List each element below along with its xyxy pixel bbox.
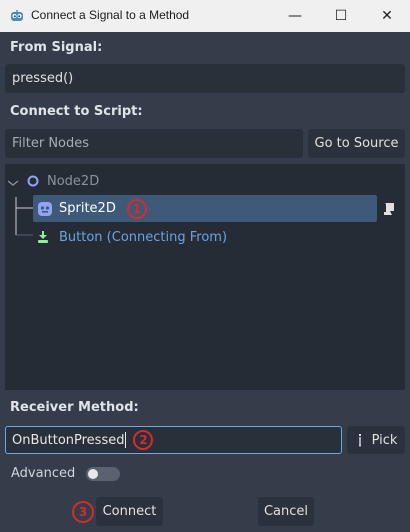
filter-nodes-input[interactable]: Filter Nodes bbox=[5, 129, 303, 158]
tree-item-node2d[interactable]: Node2D bbox=[26, 171, 99, 191]
sprite2d-icon bbox=[38, 201, 52, 216]
script-icon[interactable] bbox=[381, 201, 397, 217]
pick-button-label: Pick bbox=[371, 432, 398, 448]
collapse-arrow-icon[interactable] bbox=[8, 174, 22, 188]
eyedropper-icon bbox=[358, 434, 361, 447]
node2d-icon bbox=[27, 175, 39, 187]
maximize-button[interactable]: ☐ bbox=[318, 0, 364, 32]
connect-button[interactable]: Connect bbox=[96, 497, 163, 526]
advanced-label: Advanced bbox=[11, 466, 76, 481]
pick-button[interactable]: Pick bbox=[347, 426, 405, 454]
text-caret bbox=[125, 432, 127, 448]
marker-1-badge: 1 bbox=[126, 198, 147, 219]
receiver-method-input[interactable]: OnButtonPressed 2 bbox=[5, 426, 342, 454]
receiver-method-value: OnButtonPressed bbox=[12, 432, 125, 448]
title-bar: Connect a Signal to a Method — ☐ ✕ bbox=[0, 0, 410, 32]
window-title: Connect a Signal to a Method bbox=[31, 8, 190, 22]
go-to-source-button[interactable]: Go to Source bbox=[308, 129, 405, 158]
connect-to-script-label: Connect to Script: bbox=[10, 104, 143, 119]
tree-item-sprite2d-label: Sprite2D bbox=[59, 201, 116, 216]
cancel-button[interactable]: Cancel bbox=[258, 497, 314, 526]
minimize-button[interactable]: — bbox=[272, 0, 318, 32]
tree-item-button-label: Button (Connecting From) bbox=[59, 229, 228, 245]
tree-item-node2d-label: Node2D bbox=[47, 173, 100, 189]
button-node-icon bbox=[38, 231, 48, 243]
advanced-toggle[interactable] bbox=[86, 467, 120, 481]
receiver-method-label: Receiver Method: bbox=[10, 400, 139, 415]
tree-item-sprite2d[interactable]: Sprite2D 1 bbox=[33, 195, 377, 222]
advanced-toggle-knob bbox=[88, 469, 98, 479]
close-button[interactable]: ✕ bbox=[364, 0, 410, 32]
from-signal-label: From Signal: bbox=[10, 40, 103, 55]
marker-2-badge: 2 bbox=[133, 430, 154, 450]
godot-app-icon bbox=[11, 10, 23, 21]
tree-item-button[interactable]: Button (Connecting From) bbox=[36, 227, 227, 247]
from-signal-field: pressed() bbox=[5, 64, 405, 93]
marker-3-badge: 3 bbox=[72, 501, 94, 523]
